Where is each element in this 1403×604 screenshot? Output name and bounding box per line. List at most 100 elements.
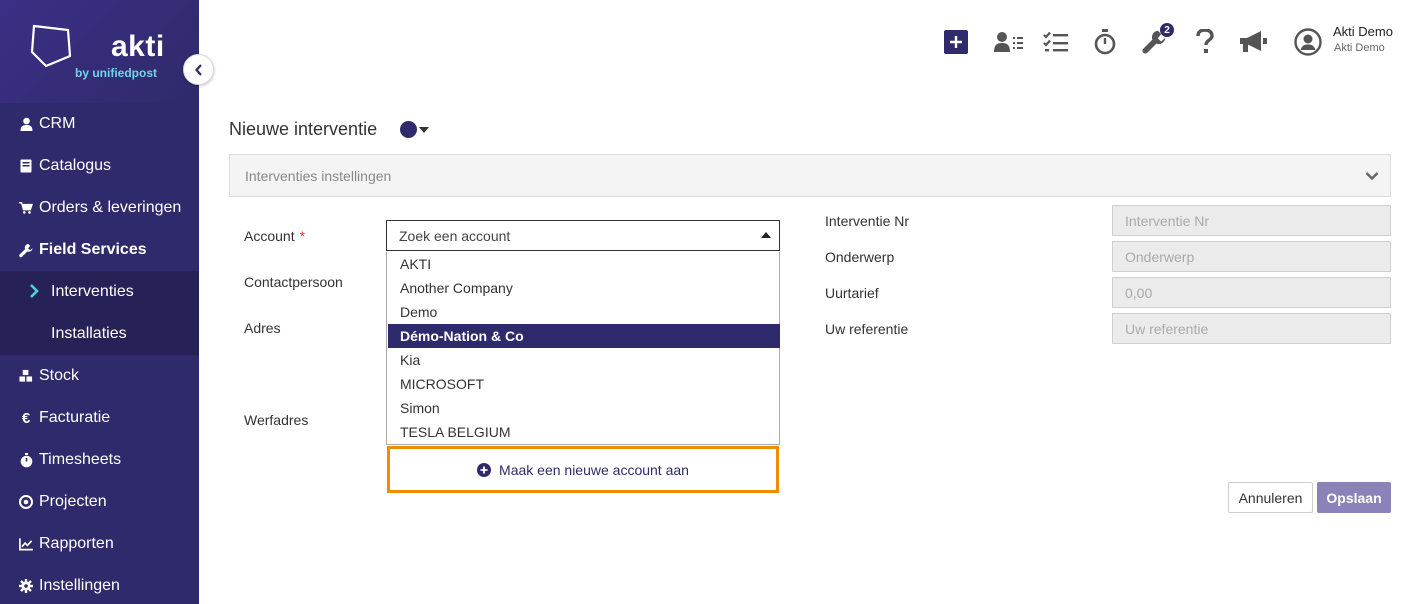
- your-reference-input[interactable]: [1113, 314, 1390, 343]
- notification-badge: 2: [1160, 23, 1174, 37]
- account-option[interactable]: Another Company: [388, 276, 780, 300]
- account-option[interactable]: Demo: [388, 300, 780, 324]
- sidebar-item-label: Instellingen: [39, 577, 120, 594]
- sidebar-item-field-services[interactable]: Field Services: [0, 229, 199, 271]
- quick-add-button[interactable]: [944, 28, 968, 56]
- contact-label: Contactpersoon: [244, 274, 343, 290]
- caret-down-icon[interactable]: [419, 127, 429, 133]
- account-option[interactable]: Kia: [388, 348, 780, 372]
- chart-line-icon: [19, 537, 33, 551]
- intervention-nr-label: Interventie Nr: [825, 213, 910, 229]
- chevron-right-icon: [30, 284, 39, 298]
- sidebar-item-label: Orders & leveringen: [39, 199, 182, 216]
- account-select[interactable]: Zoek een account: [386, 220, 780, 251]
- cubes-icon: [19, 369, 33, 383]
- your-reference-label: Uw referentie: [825, 321, 909, 337]
- wrench-icon: [19, 243, 33, 258]
- sidebar-item-label: Rapporten: [39, 535, 114, 552]
- user-name[interactable]: Akti Demo: [1333, 24, 1393, 39]
- timer-button[interactable]: [1094, 28, 1116, 56]
- status-color-dot[interactable]: [400, 121, 417, 138]
- brand-name: akti: [111, 30, 165, 63]
- sidebar-item-label: Timesheets: [39, 451, 122, 468]
- brand-tagline: by unifiedpost: [75, 66, 157, 80]
- sidebar-subitem-interventies[interactable]: Interventies: [0, 271, 199, 313]
- announcements-button[interactable]: [1239, 28, 1269, 56]
- sidebar-item-label: Catalogus: [39, 157, 112, 174]
- hourly-rate-label: Uurtarief: [825, 285, 879, 301]
- akti-logo-icon: [30, 24, 72, 68]
- field-services-button[interactable]: 2: [1142, 23, 1174, 56]
- address-label: Adres: [244, 320, 281, 336]
- help-button[interactable]: [1196, 28, 1214, 56]
- brand-header: akti by unifiedpost: [0, 0, 199, 103]
- save-button[interactable]: Opslaan: [1317, 482, 1391, 513]
- user-company: Akti Demo: [1334, 42, 1385, 54]
- user-circle-icon: [1294, 28, 1322, 56]
- create-new-account-button[interactable]: Maak een nieuwe account aan: [387, 446, 779, 493]
- stopwatch-icon: [19, 452, 33, 468]
- sidebar-item-stock[interactable]: Stock: [0, 355, 199, 397]
- sidebar-item-rapporten[interactable]: Rapporten: [0, 523, 199, 565]
- sidebar-item-timesheets[interactable]: Timesheets: [0, 439, 199, 481]
- chevron-left-icon: [194, 63, 202, 76]
- subject-field[interactable]: [1112, 241, 1391, 272]
- page-title: Nieuwe interventie: [229, 119, 378, 139]
- megaphone-icon: [1240, 31, 1267, 52]
- sidebar-subitem-label: Installaties: [51, 325, 127, 342]
- hourly-rate-input[interactable]: [1113, 278, 1390, 307]
- field-services-submenu: Interventies Installaties: [0, 271, 199, 355]
- sidebar-item-orders[interactable]: Orders & leveringen: [0, 187, 199, 229]
- account-dropdown-list: AKTI Another Company Demo Démo-Nation & …: [386, 252, 780, 445]
- user-menu-button[interactable]: [1294, 28, 1322, 56]
- plus-icon: [944, 30, 968, 54]
- sidebar-item-label: Projecten: [39, 493, 107, 510]
- question-icon: [1196, 29, 1214, 53]
- contacts-list-icon: [994, 32, 1023, 52]
- create-new-account-label: Maak een nieuwe account aan: [499, 461, 689, 478]
- site-address-label: Werfadres: [244, 412, 309, 428]
- intervention-nr-input[interactable]: [1113, 206, 1390, 235]
- sidebar-item-facturatie[interactable]: € Facturatie: [0, 397, 199, 439]
- account-select-placeholder: Zoek een account: [399, 228, 511, 244]
- cart-icon: [19, 201, 33, 215]
- tasks-button[interactable]: [1043, 28, 1069, 56]
- required-mark: *: [299, 228, 306, 244]
- account-label: Account *: [244, 228, 305, 244]
- contacts-button[interactable]: [993, 28, 1025, 56]
- settings-panel-toggle[interactable]: Interventies instellingen: [229, 154, 1391, 197]
- caret-up-icon: [761, 232, 771, 238]
- sidebar-item-label: Facturatie: [39, 409, 111, 426]
- sidebar-item-crm[interactable]: CRM: [0, 103, 199, 145]
- cancel-button[interactable]: Annuleren: [1228, 482, 1313, 513]
- your-reference-field[interactable]: [1112, 313, 1391, 344]
- account-option[interactable]: Simon: [388, 396, 780, 420]
- subject-input[interactable]: [1113, 242, 1390, 271]
- chevron-down-icon: [1365, 172, 1379, 181]
- target-icon: [19, 495, 33, 509]
- euro-icon: €: [21, 409, 31, 427]
- sidebar-subitem-installaties[interactable]: Installaties: [0, 313, 199, 355]
- user-icon: [19, 117, 33, 131]
- account-label-text: Account: [244, 228, 295, 244]
- sidebar-item-label: Stock: [39, 367, 80, 384]
- account-option-highlighted[interactable]: Démo-Nation & Co: [388, 324, 780, 348]
- sidebar-item-instellingen[interactable]: Instellingen: [0, 565, 199, 604]
- plus-circle-icon: [477, 462, 492, 477]
- tasks-icon: [1043, 31, 1068, 52]
- settings-panel-title: Interventies instellingen: [245, 168, 392, 184]
- sidebar: akti by unifiedpost CRM Catalogus Orders…: [0, 0, 199, 604]
- account-option[interactable]: MICROSOFT: [388, 372, 780, 396]
- sidebar-subitem-label: Interventies: [51, 283, 134, 300]
- hourly-rate-field[interactable]: [1112, 277, 1391, 308]
- gear-icon: [19, 579, 33, 593]
- account-option[interactable]: TESLA BELGIUM: [388, 420, 780, 444]
- book-icon: [19, 159, 33, 173]
- subject-label: Onderwerp: [825, 249, 895, 265]
- sidebar-item-catalogus[interactable]: Catalogus: [0, 145, 199, 187]
- sidebar-item-label: Field Services: [39, 241, 147, 258]
- sidebar-item-projecten[interactable]: Projecten: [0, 481, 199, 523]
- intervention-nr-field[interactable]: [1112, 205, 1391, 236]
- sidebar-collapse-button[interactable]: [183, 54, 214, 85]
- account-option[interactable]: AKTI: [388, 252, 780, 276]
